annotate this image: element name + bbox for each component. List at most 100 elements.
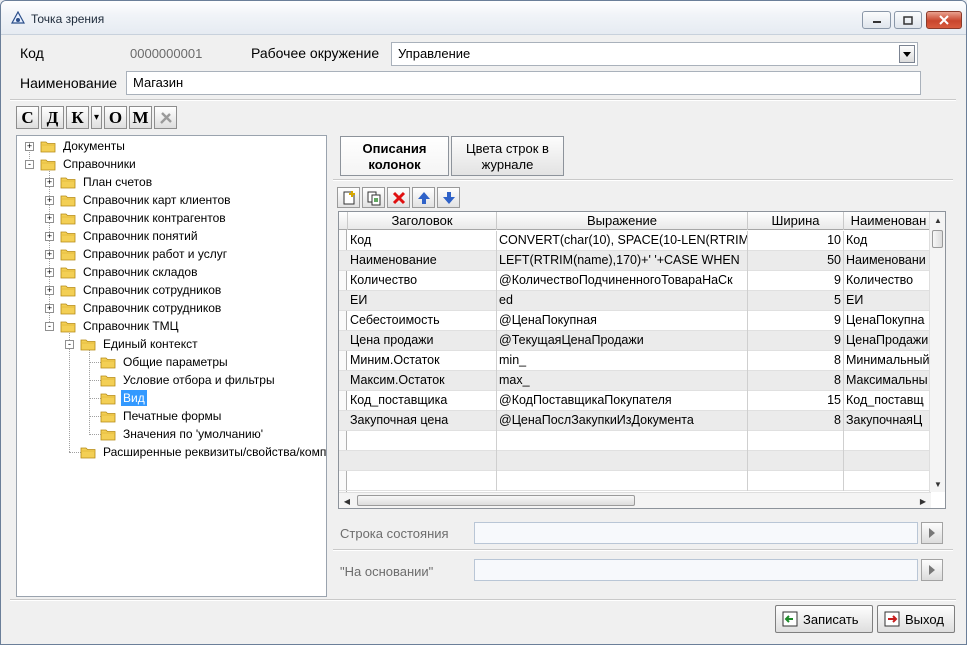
table-row[interactable]: Цена продажи @ТекущаяЦенаПродажи 9 ЦенаПрод… <box>339 331 934 351</box>
tab-row-colors[interactable]: Цвета строк в журнале <box>451 136 564 176</box>
tree-node[interactable]: - Единый контекст <box>65 335 200 353</box>
table-cell[interactable]: Код <box>348 231 497 251</box>
move-down-button[interactable] <box>437 187 460 208</box>
env-combobox[interactable]: Управление <box>391 42 918 66</box>
table-cell[interactable]: Код_поставщ <box>844 391 934 411</box>
table-cell[interactable]: Максимальны <box>844 371 934 391</box>
table-row[interactable]: Закупочная цена @ЦенаПослЗакупкиИзДокумен… <box>339 411 934 431</box>
table-cell[interactable] <box>748 431 844 451</box>
move-up-button[interactable] <box>412 187 435 208</box>
table-row[interactable]: Код_поставщика @КодПоставщикаПокупателя 15… <box>339 391 934 411</box>
table-row[interactable] <box>339 431 934 451</box>
table-cell[interactable]: Миним.Остаток <box>348 351 497 371</box>
table-cell[interactable]: Код_поставщика <box>348 391 497 411</box>
table-cell[interactable] <box>844 451 934 471</box>
scroll-up-icon[interactable]: ▲ <box>931 213 945 227</box>
letter-button-m[interactable]: М <box>129 106 152 129</box>
scroll-right-icon[interactable]: ▶ <box>916 494 930 508</box>
expand-icon[interactable]: + <box>45 231 54 241</box>
save-button[interactable]: Записать <box>775 605 873 633</box>
table-cell[interactable] <box>748 471 844 491</box>
letter-button-s[interactable]: С <box>16 106 39 129</box>
table-cell[interactable]: 8 <box>748 371 844 391</box>
table-cell[interactable]: @КоличествоПодчиненногоТовараНаСк <box>497 271 748 291</box>
table-cell[interactable]: 8 <box>748 411 844 431</box>
table-cell[interactable]: @ТекущаяЦенаПродажи <box>497 331 748 351</box>
table-cell[interactable]: 5 <box>748 291 844 311</box>
scroll-left-icon[interactable]: ◀ <box>340 494 354 508</box>
tree-node[interactable]: + Справочник контрагентов <box>45 209 228 227</box>
delete-row-button[interactable] <box>387 187 410 208</box>
header-width[interactable]: Ширина <box>748 212 844 230</box>
table-cell[interactable]: ЕИ <box>844 291 934 311</box>
table-row[interactable]: Количество @КоличествоПодчиненногоТовараН… <box>339 271 934 291</box>
table-row[interactable] <box>339 451 934 471</box>
tab-column-descriptions[interactable]: Описания колонок <box>340 136 449 176</box>
table-cell[interactable]: Закупочная цена <box>348 411 497 431</box>
tree-node[interactable]: + Справочник работ и услуг <box>45 245 229 263</box>
table-cell[interactable] <box>497 451 748 471</box>
table-cell[interactable]: 9 <box>748 271 844 291</box>
header-caption[interactable]: Заголовок <box>348 212 497 230</box>
table-row[interactable] <box>339 471 934 491</box>
tree-node[interactable]: - Справочники <box>25 155 138 173</box>
expand-icon[interactable]: + <box>45 213 54 223</box>
table-cell[interactable]: 9 <box>748 311 844 331</box>
expand-icon[interactable]: + <box>45 267 54 277</box>
letter-dropdown-button[interactable]: ▾ <box>91 106 102 129</box>
env-dropdown-button[interactable] <box>899 45 915 63</box>
tree-node[interactable]: Печатные формы <box>85 407 223 425</box>
header-expression[interactable]: Выражение <box>497 212 748 230</box>
table-row[interactable]: Максим.Остаток max_ 8 Максимальны <box>339 371 934 391</box>
table-cell[interactable]: Количество <box>348 271 497 291</box>
scroll-thumb-horizontal[interactable] <box>357 495 635 506</box>
copy-row-button[interactable] <box>362 187 385 208</box>
expand-icon[interactable]: + <box>45 285 54 295</box>
tree-node[interactable]: + Справочник карт клиентов <box>45 191 233 209</box>
table-cell[interactable] <box>497 471 748 491</box>
table-cell[interactable]: ed <box>497 291 748 311</box>
columns-grid[interactable]: Заголовок Выражение Ширина Наименован Ко… <box>338 211 946 509</box>
table-cell[interactable]: 8 <box>748 351 844 371</box>
collapse-icon[interactable]: - <box>45 321 54 331</box>
grid-vertical-scrollbar[interactable]: ▲ ▼ <box>929 212 945 492</box>
minimize-button[interactable] <box>862 11 891 29</box>
table-row[interactable]: Код CONVERT(char(10), SPACE(10-LEN(RTRIM 1… <box>339 231 934 251</box>
table-cell[interactable]: ЕИ <box>348 291 497 311</box>
table-cell[interactable]: 15 <box>748 391 844 411</box>
table-cell[interactable]: @ЦенаПослЗакупкиИзДокумента <box>497 411 748 431</box>
expand-icon[interactable]: + <box>45 303 54 313</box>
table-cell[interactable]: Наименование <box>348 251 497 271</box>
table-row[interactable]: Наименование LEFT(RTRIM(name),170)+' '+CA… <box>339 251 934 271</box>
table-cell[interactable] <box>748 451 844 471</box>
add-row-button[interactable] <box>337 187 360 208</box>
table-cell[interactable] <box>844 431 934 451</box>
navigation-tree[interactable]: + Документы - Справочники + План счетов + Справ… <box>16 135 327 597</box>
expand-icon[interactable]: + <box>45 177 54 187</box>
table-cell[interactable]: ЦенаПокупна <box>844 311 934 331</box>
table-cell[interactable]: @КодПоставщикаПокупателя <box>497 391 748 411</box>
table-cell[interactable]: Количество <box>844 271 934 291</box>
table-cell[interactable]: min_ <box>497 351 748 371</box>
exit-button[interactable]: Выход <box>877 605 955 633</box>
table-cell[interactable]: Наименовани <box>844 251 934 271</box>
tree-node[interactable]: + Справочник складов <box>45 263 199 281</box>
table-cell[interactable]: 10 <box>748 231 844 251</box>
header-name[interactable]: Наименован <box>844 212 934 230</box>
maximize-button[interactable] <box>894 11 922 29</box>
tree-node[interactable]: + Справочник понятий <box>45 227 200 245</box>
table-cell[interactable] <box>348 431 497 451</box>
collapse-icon[interactable]: - <box>25 159 34 169</box>
grid-horizontal-scrollbar[interactable]: ◀ ▶ <box>339 492 931 508</box>
tree-node[interactable]: Общие параметры <box>85 353 230 371</box>
expand-icon[interactable]: + <box>45 249 54 259</box>
letter-button-k[interactable]: К <box>66 106 89 129</box>
tree-node[interactable]: Вид <box>85 389 147 407</box>
table-cell[interactable] <box>844 471 934 491</box>
basis-button[interactable] <box>921 559 943 581</box>
tools-button[interactable] <box>154 106 177 129</box>
letter-button-d[interactable]: Д <box>41 106 64 129</box>
status-line-button[interactable] <box>921 522 943 544</box>
table-row[interactable]: Миним.Остаток min_ 8 Минимальный <box>339 351 934 371</box>
table-cell[interactable]: ЗакупочнаяЦ <box>844 411 934 431</box>
